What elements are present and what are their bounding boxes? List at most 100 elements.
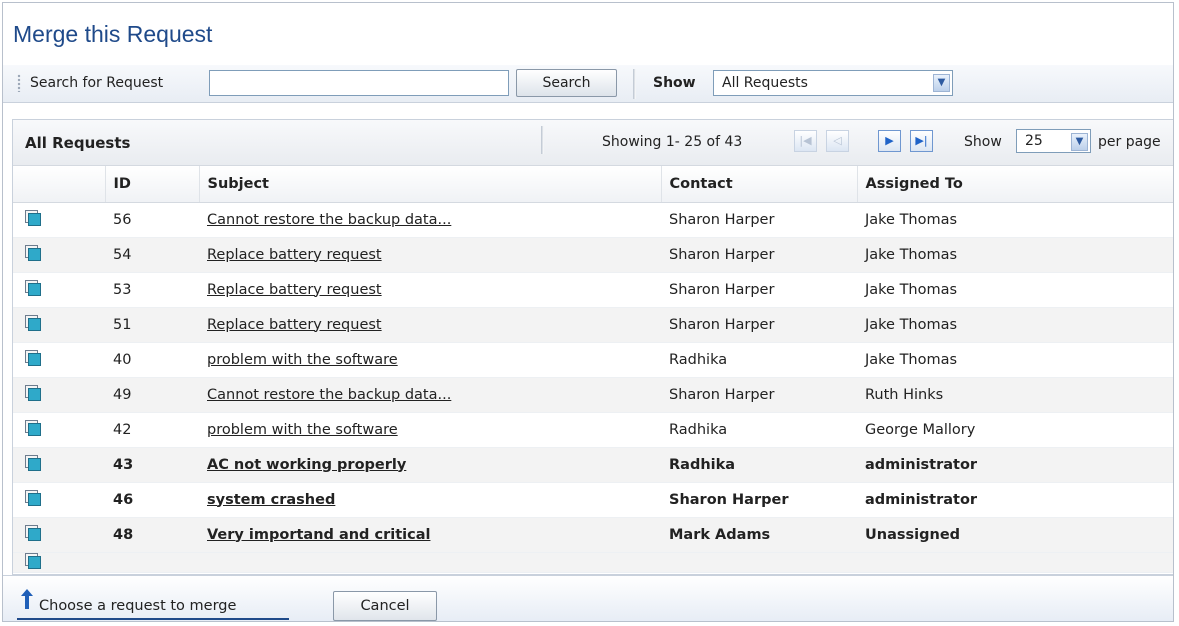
request-icon <box>25 280 41 296</box>
table-row[interactable]: 51 Replace battery request Sharon Harper Ja… <box>13 307 1173 343</box>
table-row[interactable]: 46 system crashed Sharon Harper administrat… <box>13 482 1173 518</box>
request-subject-link[interactable]: Cannot restore the backup data... <box>207 212 451 228</box>
table-row-partial <box>13 552 1173 573</box>
request-icon-cell <box>13 307 105 343</box>
icon-column-header <box>13 166 106 203</box>
dialog-title: Merge this Request <box>13 21 213 47</box>
request-assigned-to: Jake Thomas <box>857 272 1173 308</box>
last-page-icon[interactable]: ▶| <box>910 130 933 152</box>
request-contact: Sharon Harper <box>661 237 857 273</box>
request-icon-cell <box>13 517 105 553</box>
table-row[interactable]: 56 Cannot restore the backup data... Sharo… <box>13 202 1173 238</box>
request-subject-link[interactable]: Replace battery request <box>207 317 382 333</box>
first-page-icon[interactable]: |◀ <box>794 130 817 152</box>
table-row[interactable]: 42 problem with the software Radhika George… <box>13 412 1173 448</box>
request-contact: Sharon Harper <box>661 377 857 413</box>
request-subject-cell: Replace battery request <box>199 307 661 343</box>
request-subject-link[interactable]: problem with the software <box>207 422 398 438</box>
per-page-select[interactable]: 25 ▼ <box>1016 129 1091 153</box>
request-contact: Sharon Harper <box>661 307 857 343</box>
cancel-button[interactable]: Cancel <box>333 591 437 621</box>
request-icon-cell <box>13 552 105 573</box>
request-id: 53 <box>105 272 199 308</box>
toolbar-divider <box>633 69 636 99</box>
request-id: 49 <box>105 377 199 413</box>
request-id: 43 <box>105 447 199 483</box>
request-icon <box>25 525 41 541</box>
up-arrow-icon <box>21 589 33 609</box>
chevron-down-icon[interactable]: ▼ <box>1071 133 1088 151</box>
per-page-value: 25 <box>1025 133 1043 149</box>
id-column-header[interactable]: ID <box>105 166 200 203</box>
show-filter-select[interactable]: All Requests ▼ <box>713 70 953 96</box>
request-icon <box>25 455 41 471</box>
search-label: Search for Request <box>30 75 164 91</box>
request-subject-link[interactable]: Replace battery request <box>207 247 382 263</box>
assigned-column-header[interactable]: Assigned To <box>857 166 1173 203</box>
table-row[interactable]: 49 Cannot restore the backup data... Sharo… <box>13 377 1173 413</box>
request-subject-link[interactable]: Cannot restore the backup data... <box>207 387 451 403</box>
requests-panel: All Requests Showing 1- 25 of 43 |◀ ◁ ▶ … <box>12 119 1173 575</box>
request-assigned-to: Jake Thomas <box>857 307 1173 343</box>
pagination-status: Showing 1- 25 of 43 <box>602 134 743 150</box>
request-icon-cell <box>13 272 105 308</box>
table-row[interactable]: 40 problem with the software Radhika Jake T… <box>13 342 1173 378</box>
request-subject-link[interactable]: Very importand and critical <box>207 527 430 543</box>
request-subject-link[interactable]: system crashed <box>207 492 335 508</box>
search-toolbar: Search for Request Search Show All Reque… <box>3 65 1173 103</box>
table-body: 56 Cannot restore the backup data... Sharo… <box>13 202 1173 573</box>
request-icon-cell <box>13 237 105 273</box>
request-subject-link[interactable]: Replace battery request <box>207 282 382 298</box>
request-id: 46 <box>105 482 199 518</box>
request-id: 42 <box>105 412 199 448</box>
request-id: 40 <box>105 342 199 378</box>
request-icon <box>25 420 41 436</box>
request-assigned-to: George Mallory <box>857 412 1173 448</box>
request-subject-cell: Replace battery request <box>199 272 661 308</box>
request-icon-cell <box>13 412 105 448</box>
request-icon-cell <box>13 342 105 378</box>
table-row[interactable]: 54 Replace battery request Sharon Harper Ja… <box>13 237 1173 273</box>
request-subject-link[interactable]: problem with the software <box>207 352 398 368</box>
request-contact: Radhika <box>661 447 857 483</box>
request-subject-cell: AC not working properly <box>199 447 661 483</box>
merge-dialog: Merge this Request Search for Request Se… <box>2 2 1174 622</box>
table-header-row: ID Subject Contact Assigned To <box>13 166 1173 203</box>
request-subject-cell: Cannot restore the backup data... <box>199 202 661 238</box>
panel-header: All Requests Showing 1- 25 of 43 |◀ ◁ ▶ … <box>13 120 1173 166</box>
request-subject-link[interactable]: AC not working properly <box>207 457 406 473</box>
request-subject-cell: Replace battery request <box>199 237 661 273</box>
request-icon <box>25 385 41 401</box>
request-assigned-to: Ruth Hinks <box>857 377 1173 413</box>
request-assigned-to: administrator <box>857 482 1173 518</box>
request-icon-cell <box>13 447 105 483</box>
show-filter-label: Show <box>653 75 696 91</box>
table-row[interactable]: 53 Replace battery request Sharon Harper Ja… <box>13 272 1173 308</box>
request-id: 54 <box>105 237 199 273</box>
request-contact: Radhika <box>661 412 857 448</box>
contact-column-header[interactable]: Contact <box>661 166 858 203</box>
request-assigned-to: administrator <box>857 447 1173 483</box>
table-row[interactable]: 48 Very importand and critical Mark Adams U… <box>13 517 1173 553</box>
subject-column-header[interactable]: Subject <box>199 166 662 203</box>
request-contact: Sharon Harper <box>661 202 857 238</box>
panel-title: All Requests <box>25 134 131 152</box>
choose-request-underline <box>17 618 289 620</box>
next-page-icon[interactable]: ▶ <box>878 130 901 152</box>
request-assigned-to: Jake Thomas <box>857 237 1173 273</box>
request-assigned-to: Jake Thomas <box>857 342 1173 378</box>
show-filter-value: All Requests <box>722 75 808 91</box>
previous-page-icon[interactable]: ◁ <box>826 130 849 152</box>
requests-table: ID Subject Contact Assigned To 56 Cannot … <box>13 166 1173 573</box>
request-contact: Radhika <box>661 342 857 378</box>
request-icon <box>25 245 41 261</box>
table-row[interactable]: 43 AC not working properly Radhika administ… <box>13 447 1173 483</box>
chevron-down-icon[interactable]: ▼ <box>933 74 950 92</box>
request-id: 51 <box>105 307 199 343</box>
toolbar-grip-icon <box>17 74 21 92</box>
request-assigned-to: Jake Thomas <box>857 202 1173 238</box>
search-button[interactable]: Search <box>516 69 617 97</box>
search-input[interactable] <box>209 70 509 96</box>
request-icon-cell <box>13 377 105 413</box>
request-icon <box>25 315 41 331</box>
